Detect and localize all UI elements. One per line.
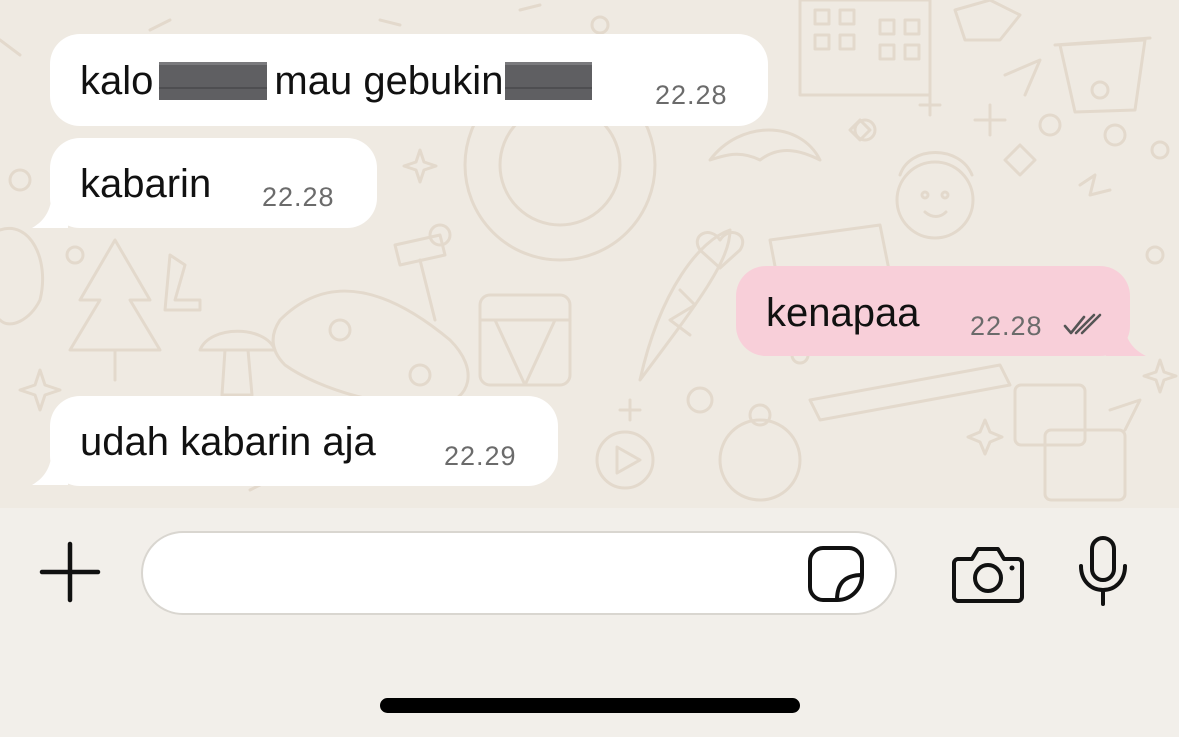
- message-text: udah kabarin aja: [80, 420, 376, 464]
- composer-bar: [0, 508, 1179, 737]
- message-text: kenapaa: [766, 291, 920, 335]
- message-timestamp: 22.29: [444, 441, 517, 471]
- camera-icon[interactable]: [952, 545, 1024, 603]
- message-bubble-incoming[interactable]: kalo mau gebukin 22.28: [50, 34, 768, 126]
- message-input-pill[interactable]: [141, 531, 897, 615]
- plus-icon[interactable]: [38, 540, 102, 604]
- message-text: kabarin: [80, 162, 212, 206]
- redacted-block: [159, 62, 268, 100]
- message-timestamp: 22.28: [970, 311, 1043, 341]
- message-text-part: mau gebukin: [274, 59, 504, 103]
- redacted-block: [505, 62, 593, 100]
- sticker-icon[interactable]: [807, 545, 865, 603]
- message-input[interactable]: [173, 551, 797, 597]
- message-text: kalo mau gebukin: [80, 59, 593, 103]
- message-bubble-incoming[interactable]: udah kabarin aja 22.29: [50, 396, 558, 486]
- home-indicator[interactable]: [380, 698, 800, 713]
- message-bubble-incoming[interactable]: kabarin 22.28: [50, 138, 377, 228]
- message-timestamp: 22.28: [655, 80, 728, 110]
- chat-area[interactable]: kalo mau gebukin 22.28 kabarin 22.28 kena…: [0, 0, 1179, 508]
- message-bubble-outgoing[interactable]: kenapaa 22.28: [736, 266, 1130, 356]
- microphone-icon[interactable]: [1076, 536, 1130, 608]
- message-text-part: kalo: [80, 59, 154, 103]
- message-timestamp: 22.28: [262, 182, 335, 212]
- read-double-check-icon: [1063, 313, 1102, 335]
